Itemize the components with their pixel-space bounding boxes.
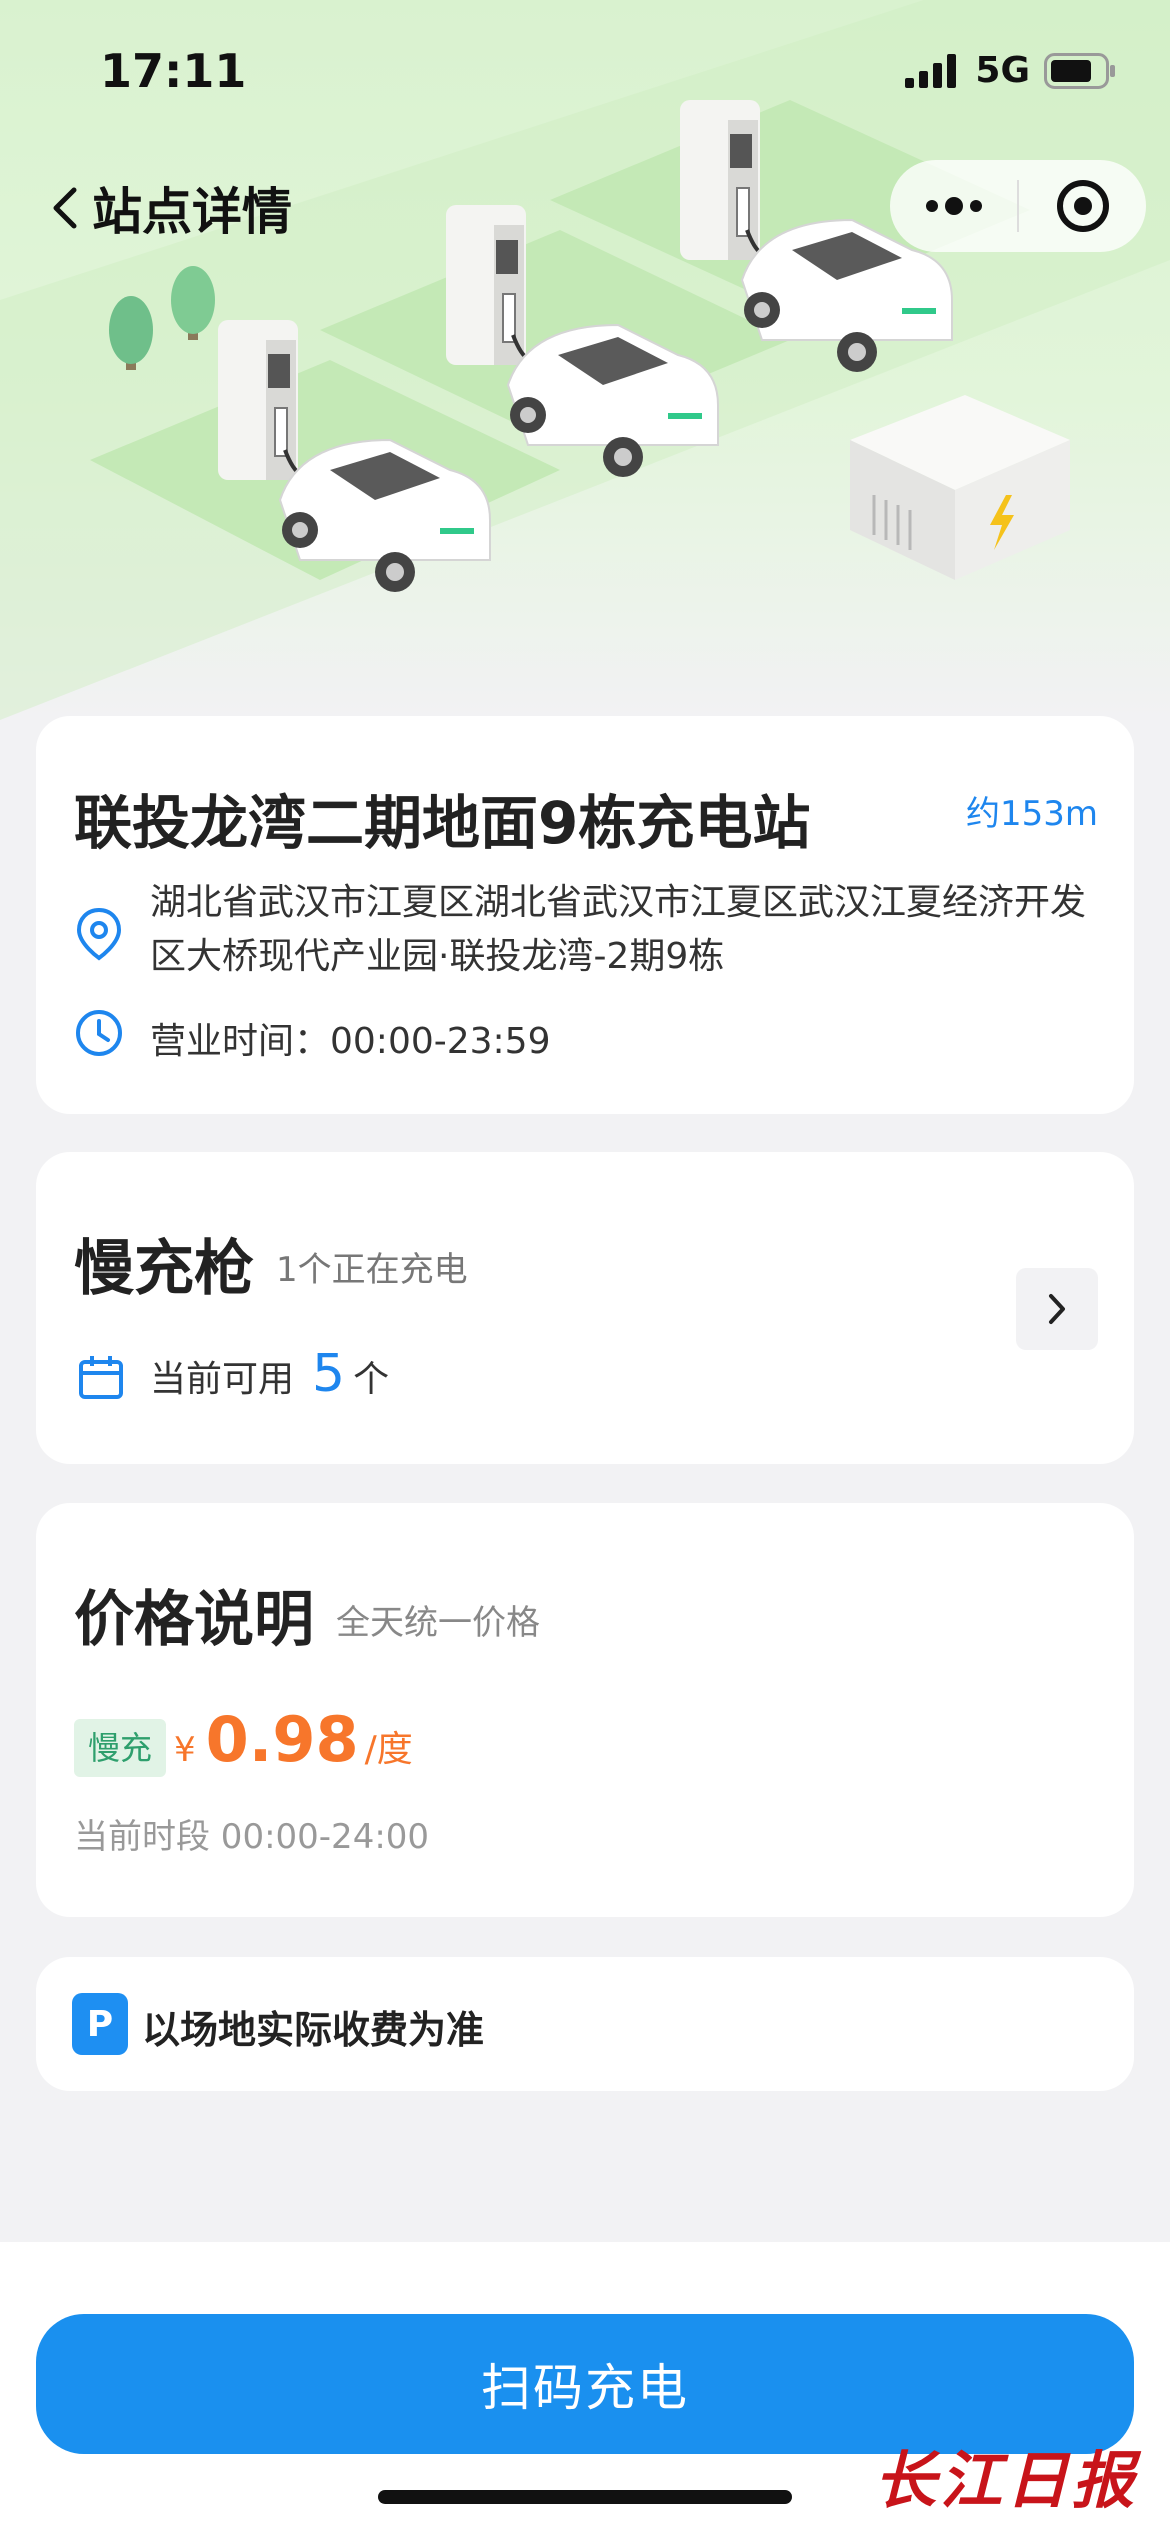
more-dots-icon — [925, 197, 982, 215]
clock-icon — [76, 1010, 122, 1056]
page-title: 站点详情 — [92, 183, 292, 241]
charging-station-illustration — [0, 0, 1170, 720]
price-value: 0.98 — [205, 1703, 359, 1776]
pricing-card: 价格说明 全天统一价格 慢充 ¥ 0.98 /度 当前时段 00:00-24:0… — [36, 1503, 1134, 1917]
station-name: 联投龙湾二期地面9栋充电站 — [74, 789, 811, 857]
status-indicators: 5G — [905, 50, 1116, 91]
available-unit: 个 — [353, 1359, 390, 1400]
hero-banner: 17:11 5G 站点详情 — [0, 0, 1170, 720]
target-icon — [1056, 180, 1109, 232]
station-address: 湖北省武汉市江夏区湖北省武汉市江夏区武汉江夏经济开发区大桥现代产业园·联投龙湾-… — [150, 882, 1087, 977]
mini-program-capsule — [890, 160, 1146, 252]
chevron-right-icon — [1049, 1294, 1065, 1324]
charging-count: 1个正在充电 — [276, 1250, 468, 1290]
watermark-logo: 长江日报 — [873, 2444, 1138, 2517]
charger-details-button[interactable] — [1016, 1268, 1098, 1350]
parking-note-card: P 以场地实际收费为准 — [36, 1957, 1134, 2091]
pricing-title: 价格说明 — [74, 1585, 314, 1655]
calendar-icon — [79, 1356, 123, 1399]
station-distance: 约153m — [965, 794, 1098, 834]
availability-row: 当前可用 5 个 — [150, 1344, 389, 1404]
parking-note: 以场地实际收费为准 — [142, 2008, 485, 2052]
price-row: ¥ 0.98 /度 — [174, 1703, 413, 1776]
network-label: 5G — [975, 50, 1030, 91]
business-hours: 营业时间：00:00-23:59 — [150, 1021, 551, 1062]
slow-charge-tag: 慢充 — [74, 1719, 167, 1777]
pricing-subtitle: 全天统一价格 — [336, 1603, 540, 1643]
available-label: 当前可用 — [150, 1359, 295, 1400]
home-indicator — [378, 2490, 792, 2504]
chevron-left-icon — [53, 187, 77, 229]
status-time: 17:11 — [100, 44, 247, 98]
station-info-card: 联投龙湾二期地面9栋充电站 约153m 湖北省武汉市江夏区湖北省武汉市江夏区武汉… — [36, 716, 1134, 1114]
slow-charger-card[interactable]: 慢充枪 1个正在充电 当前可用 5 个 — [36, 1152, 1134, 1464]
currency-symbol: ¥ — [174, 1730, 196, 1770]
available-count: 5 — [312, 1344, 346, 1404]
more-button[interactable] — [890, 160, 1017, 252]
price-unit: /度 — [364, 1729, 413, 1770]
back-button[interactable]: 站点详情 — [50, 172, 292, 244]
slow-charger-title: 慢充枪 — [74, 1234, 254, 1304]
battery-icon — [1044, 52, 1115, 89]
parking-icon: P — [72, 1993, 128, 2055]
location-pin-icon — [76, 907, 122, 961]
current-period: 当前时段 00:00-24:00 — [74, 1817, 430, 1857]
close-mini-program-button[interactable] — [1019, 160, 1146, 252]
signal-icon — [905, 53, 957, 88]
